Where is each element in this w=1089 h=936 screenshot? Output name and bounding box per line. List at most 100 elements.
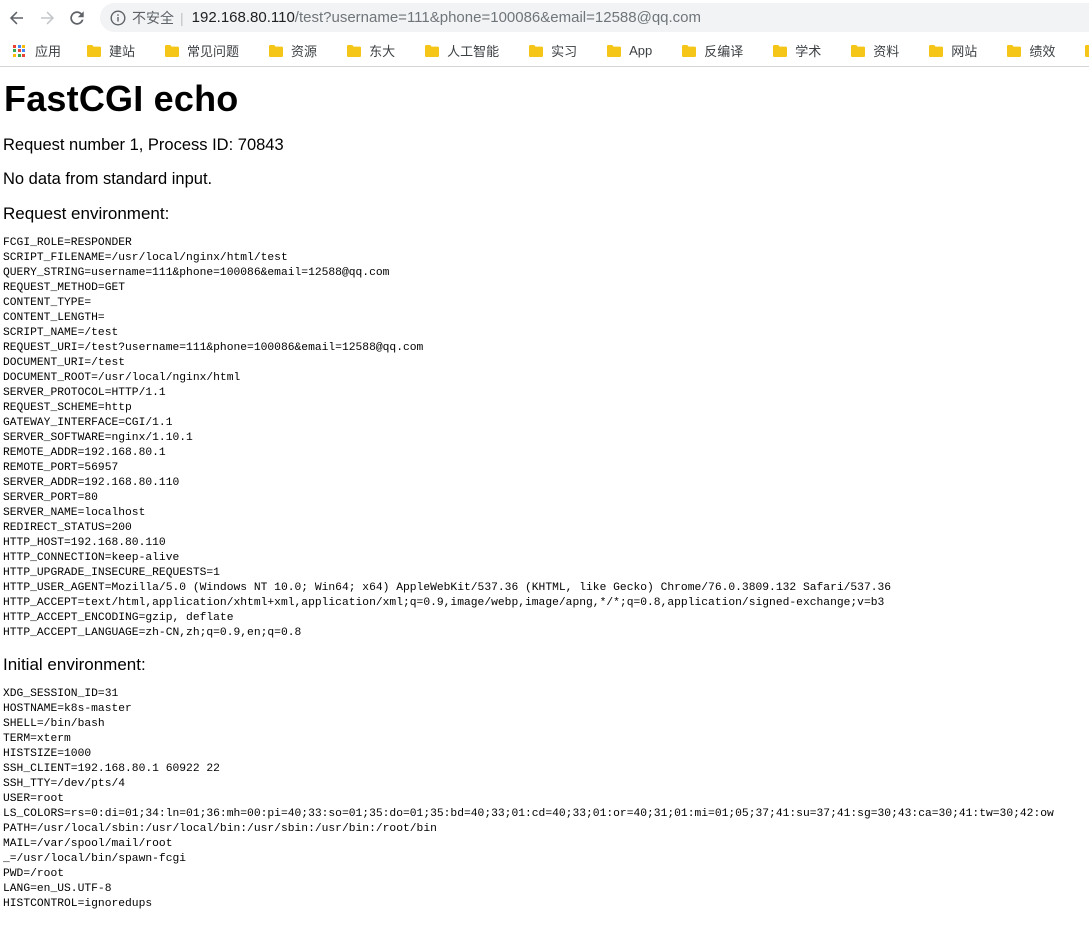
folder-icon: [529, 44, 544, 57]
folder-icon: [165, 44, 180, 57]
bookmarks-bar: 应用建站常见问题资源东大人工智能实习App反编译学术资料网站绩效面经Linux视…: [0, 35, 1089, 67]
folder-icon: [1007, 44, 1022, 57]
env-line: SCRIPT_NAME=/test: [3, 327, 119, 339]
env-line: PATH=/usr/local/sbin:/usr/local/bin:/usr…: [3, 823, 437, 835]
env-line: HISTSIZE=1000: [3, 748, 92, 760]
bookmark-item[interactable]: 绩效: [1002, 39, 1060, 63]
env-line: XDG_SESSION_ID=31: [3, 688, 119, 700]
folder-icon: [1085, 44, 1089, 57]
bookmark-item[interactable]: 资料: [846, 39, 904, 63]
env-line: FCGI_ROLE=RESPONDER: [3, 237, 132, 249]
reload-icon: [70, 10, 84, 25]
env-line: SERVER_PROTOCOL=HTTP/1.1: [3, 387, 166, 399]
bookmark-label: 绩效: [1029, 44, 1056, 59]
apps-grid-icon: [13, 44, 25, 57]
bookmark-label: 建站: [109, 44, 136, 59]
env-line: PWD=/root: [3, 868, 65, 880]
bookmark-label: 人工智能: [447, 44, 500, 59]
bookmark-label: 东大: [369, 44, 396, 59]
env-line: HISTCONTROL=ignoredups: [3, 898, 153, 910]
env-line: REQUEST_SCHEME=http: [3, 402, 132, 414]
bookmark-item[interactable]: 常见问题: [160, 39, 244, 63]
bookmark-label: App: [629, 43, 653, 58]
env-line: SERVER_NAME=localhost: [3, 507, 146, 519]
env-line: REMOTE_ADDR=192.168.80.1: [3, 447, 166, 459]
address-bar[interactable]: 不安全 | 192.168.80.110/test?username=111&p…: [100, 3, 1089, 32]
env-line: _=/usr/local/bin/spawn-fcgi: [3, 853, 187, 865]
browser-toolbar: 不安全 | 192.168.80.110/test?username=111&p…: [0, 0, 1089, 35]
bookmark-label: 反编译: [704, 44, 744, 59]
env-line: LANG=en_US.UTF-8: [3, 883, 112, 895]
env-line: SHELL=/bin/bash: [3, 718, 105, 730]
url-path[interactable]: /test?username=111&phone=100086&email=12…: [295, 9, 701, 26]
bookmark-label: 资源: [291, 44, 318, 59]
info-icon[interactable]: [110, 9, 126, 26]
url-host[interactable]: 192.168.80.110: [192, 9, 295, 26]
request-env-heading: Request environment:: [3, 204, 170, 223]
bookmark-label: 常见问题: [187, 44, 240, 59]
url-separator: |: [180, 9, 184, 26]
env-line: HTTP_UPGRADE_INSECURE_REQUESTS=1: [3, 567, 220, 579]
reload-button[interactable]: [62, 3, 92, 33]
folder-icon: [607, 44, 622, 57]
env-line: CONTENT_LENGTH=: [3, 312, 105, 324]
forward-button[interactable]: [32, 3, 62, 33]
request-info: Request number 1, Process ID: 70843: [3, 136, 284, 154]
env-line: REQUEST_URI=/test?username=111&phone=100…: [3, 342, 424, 354]
bookmark-label: 实习: [551, 44, 578, 59]
bookmark-label: 学术: [795, 44, 822, 59]
env-line: LS_COLORS=rs=0:di=01;34:ln=01;36:mh=00:p…: [3, 808, 1054, 820]
folder-icon: [682, 44, 697, 57]
env-line: GATEWAY_INTERFACE=CGI/1.1: [3, 417, 173, 429]
bookmark-item[interactable]: 面经: [1080, 39, 1089, 63]
initial-env-heading: Initial environment:: [3, 655, 146, 674]
bookmark-item[interactable]: 实习: [524, 39, 582, 63]
env-line: DOCUMENT_URI=/test: [3, 357, 126, 369]
bookmark-item[interactable]: 建站: [82, 39, 140, 63]
folder-icon: [269, 44, 284, 57]
env-line: HOSTNAME=k8s-master: [3, 703, 132, 715]
bookmark-item[interactable]: 人工智能: [420, 39, 504, 63]
env-line: MAIL=/var/spool/mail/root: [3, 838, 173, 850]
env-line: REDIRECT_STATUS=200: [3, 522, 132, 534]
env-line: TERM=xterm: [3, 733, 71, 745]
bookmark-item[interactable]: 资源: [264, 39, 322, 63]
insecure-label[interactable]: 不安全: [132, 8, 174, 28]
bookmark-label: 应用: [35, 44, 62, 59]
env-line: SSH_TTY=/dev/pts/4: [3, 778, 126, 790]
folder-icon: [425, 44, 440, 57]
folder-icon: [347, 44, 362, 57]
forward-arrow-icon: [41, 11, 55, 24]
request-env-list: FCGI_ROLE=RESPONDER SCRIPT_FILENAME=/usr/…: [3, 236, 1089, 641]
bookmark-item[interactable]: 学术: [768, 39, 826, 63]
bookmark-label: 资料: [873, 44, 900, 59]
env-line: DOCUMENT_ROOT=/usr/local/nginx/html: [3, 372, 241, 384]
env-line: USER=root: [3, 793, 65, 805]
bookmark-item[interactable]: 反编译: [677, 39, 748, 63]
env-line: SERVER_ADDR=192.168.80.110: [3, 477, 180, 489]
env-line: REQUEST_METHOD=GET: [3, 282, 126, 294]
folder-icon: [773, 44, 788, 57]
env-line: CONTENT_TYPE=: [3, 297, 92, 309]
folder-icon: [851, 44, 866, 57]
bookmark-label: 网站: [951, 44, 978, 59]
env-line: HTTP_USER_AGENT=Mozilla/5.0 (Windows NT …: [3, 582, 892, 594]
env-line: HTTP_HOST=192.168.80.110: [3, 537, 166, 549]
page-title: FastCGI echo: [4, 78, 239, 119]
back-arrow-icon: [9, 11, 23, 24]
env-line: REMOTE_PORT=56957: [3, 462, 119, 474]
bookmark-item[interactable]: 网站: [924, 39, 982, 63]
env-line: SSH_CLIENT=192.168.80.1 60922 22: [3, 763, 220, 775]
env-line: HTTP_ACCEPT=text/html,application/xhtml+…: [3, 597, 885, 609]
bookmark-item[interactable]: App: [602, 39, 657, 63]
env-line: SERVER_PORT=80: [3, 492, 98, 504]
folder-icon: [929, 44, 944, 57]
stdin-status: No data from standard input.: [3, 170, 213, 188]
bookmark-item[interactable]: 应用: [8, 39, 66, 63]
env-line: SCRIPT_FILENAME=/usr/local/nginx/html/te…: [3, 252, 288, 264]
env-line: HTTP_ACCEPT_ENCODING=gzip, deflate: [3, 612, 234, 624]
folder-icon: [87, 44, 102, 57]
bookmark-item[interactable]: 东大: [342, 39, 400, 63]
env-line: HTTP_ACCEPT_LANGUAGE=zh-CN,zh;q=0.9,en;q…: [3, 627, 302, 639]
back-button[interactable]: [2, 3, 32, 33]
